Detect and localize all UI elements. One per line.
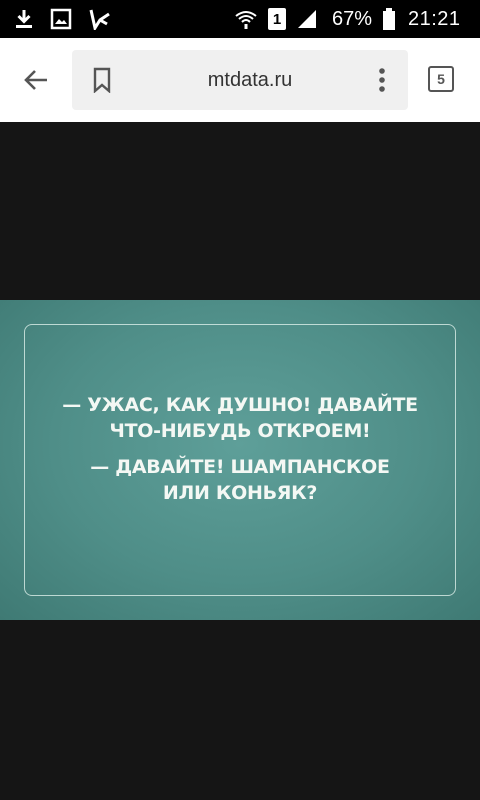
back-button[interactable]: [14, 58, 58, 102]
chalkboard-image: — УЖАС, КАК ДУШНО! ДАВАЙТЕ ЧТО-НИБУДЬ ОТ…: [0, 300, 480, 620]
page-content: — УЖАС, КАК ДУШНО! ДАВАЙТЕ ЧТО-НИБУДЬ ОТ…: [0, 122, 480, 800]
quote-line: ЧТО-НИБУДЬ ОТКРОЕМ!: [109, 420, 371, 442]
more-vert-icon: [379, 68, 385, 92]
battery-icon: [382, 0, 396, 38]
address-bar[interactable]: mtdata.ru: [72, 50, 408, 110]
sim-icon: 1: [268, 0, 286, 38]
clock: 21:21: [408, 7, 461, 30]
status-bar: 1 67% 21:21: [0, 0, 480, 38]
image-icon: [50, 0, 72, 38]
overflow-menu-button[interactable]: [364, 62, 400, 98]
bookmark-icon: [93, 67, 111, 93]
tab-count: 5: [437, 71, 445, 87]
quote-line: — ДАВАЙТЕ! ШАМПАНСКОЕ: [90, 456, 390, 478]
wifi-icon: [234, 0, 258, 38]
battery-percent: 67%: [332, 7, 373, 30]
quote-line: ИЛИ КОНЬЯК?: [162, 482, 318, 504]
app-notification-icon: [88, 0, 112, 38]
url-text: mtdata.ru: [207, 68, 293, 91]
quote-line: — УЖАС, КАК ДУШНО! ДАВАЙТЕ: [62, 394, 418, 416]
tab-switcher-button[interactable]: 5: [428, 66, 454, 92]
download-icon: [14, 0, 34, 38]
browser-toolbar: mtdata.ru 5: [0, 38, 480, 122]
quote-text: — УЖАС, КАК ДУШНО! ДАВАЙТЕ ЧТО-НИБУДЬ ОТ…: [24, 392, 456, 506]
arrow-left-icon: [24, 70, 47, 90]
bookmark-button[interactable]: [84, 62, 120, 98]
cell-signal-icon: [296, 0, 318, 38]
